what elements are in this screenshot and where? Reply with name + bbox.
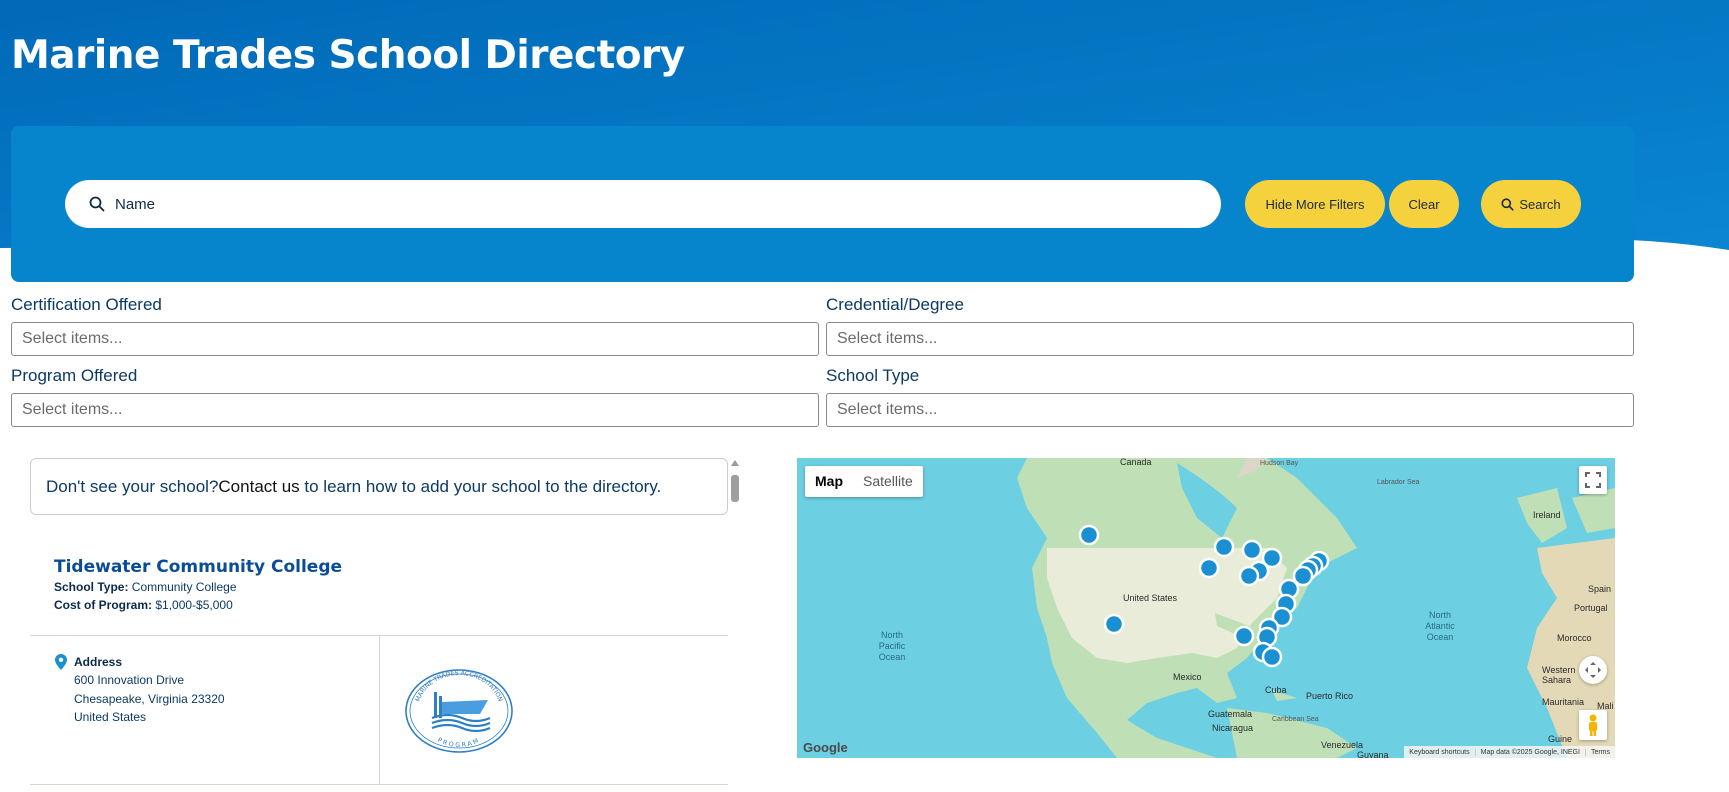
filter-label-credential: Credential/Degree — [826, 295, 964, 314]
map-marker[interactable] — [1261, 646, 1283, 668]
school-map[interactable]: Map Satellite Canada Hudson Bay Labrador… — [797, 458, 1615, 758]
search-panel: Name Hide More Filters Clear Search — [11, 126, 1634, 282]
program-select[interactable]: Select items... — [11, 393, 819, 427]
contact-us-link[interactable]: Contact us — [218, 477, 299, 497]
search-button-label: Search — [1519, 196, 1561, 212]
address-country: United States — [74, 710, 147, 724]
filter-label-certification: Certification Offered — [11, 295, 162, 314]
results-list[interactable]: Don't see your school? Contact us to lea… — [30, 458, 743, 792]
add-school-notice: Don't see your school? Contact us to lea… — [30, 458, 728, 515]
school-type-row: School Type: Community College — [54, 580, 237, 594]
marine-trades-accreditation-logo: MARINE TRADES ACCREDITATION PROGRAM — [405, 669, 513, 753]
filter-label-school-type: School Type — [826, 366, 920, 385]
address-street: 600 Innovation Drive — [74, 673, 185, 687]
school-type-select[interactable]: Select items... — [826, 393, 1634, 427]
search-button[interactable]: Search — [1481, 180, 1581, 228]
google-logo: Google — [803, 740, 848, 755]
location-pin-icon — [55, 654, 67, 670]
divider — [30, 784, 728, 785]
map-marker[interactable] — [1238, 565, 1260, 587]
clear-button[interactable]: Clear — [1389, 180, 1459, 228]
column-divider — [379, 635, 380, 785]
map-attribution: Keyboard shortcuts Map data ©2025 Google… — [1404, 746, 1615, 758]
map-markers — [1078, 524, 1330, 668]
notice-text-after: to learn how to add your school to the d… — [299, 476, 662, 496]
search-icon — [89, 196, 105, 212]
school-name[interactable]: Tidewater Community College — [54, 557, 342, 577]
scroll-up-arrow-icon[interactable] — [731, 460, 739, 466]
school-type-value: Community College — [128, 580, 237, 594]
cost-value: $1,000-$5,000 — [152, 598, 233, 612]
map-marker[interactable] — [1233, 625, 1255, 647]
map-data-credit: Map data ©2025 Google, INEGI — [1474, 748, 1585, 756]
address-heading: Address — [74, 655, 123, 669]
notice-text-before: Don't see your school? — [46, 476, 219, 496]
search-icon — [1501, 197, 1514, 211]
address-city: Chesapeake, Virginia 23320 — [74, 692, 225, 706]
map-marker[interactable] — [1241, 539, 1263, 561]
keyboard-shortcuts-link[interactable]: Keyboard shortcuts — [1404, 749, 1474, 756]
cost-label: Cost of Program: — [54, 598, 153, 612]
search-input[interactable]: Name — [65, 180, 1221, 228]
list-scrollbar[interactable] — [728, 458, 743, 792]
scrollbar-thumb[interactable] — [731, 475, 739, 502]
search-placeholder: Name — [115, 195, 156, 213]
hide-more-filters-button[interactable]: Hide More Filters — [1245, 180, 1385, 228]
map-marker[interactable] — [1198, 557, 1220, 579]
map-marker[interactable] — [1213, 536, 1235, 558]
credential-select[interactable]: Select items... — [826, 322, 1634, 356]
filter-label-program: Program Offered — [11, 366, 138, 385]
certification-select[interactable]: Select items... — [11, 322, 819, 356]
map-marker[interactable] — [1078, 524, 1100, 546]
map-marker[interactable] — [1103, 613, 1125, 635]
school-type-label: School Type: — [54, 580, 129, 594]
terms-link[interactable]: Terms — [1584, 748, 1615, 756]
school-cost-row: Cost of Program: $1,000-$5,000 — [54, 598, 233, 612]
page-title: Marine Trades School Directory — [11, 33, 685, 78]
